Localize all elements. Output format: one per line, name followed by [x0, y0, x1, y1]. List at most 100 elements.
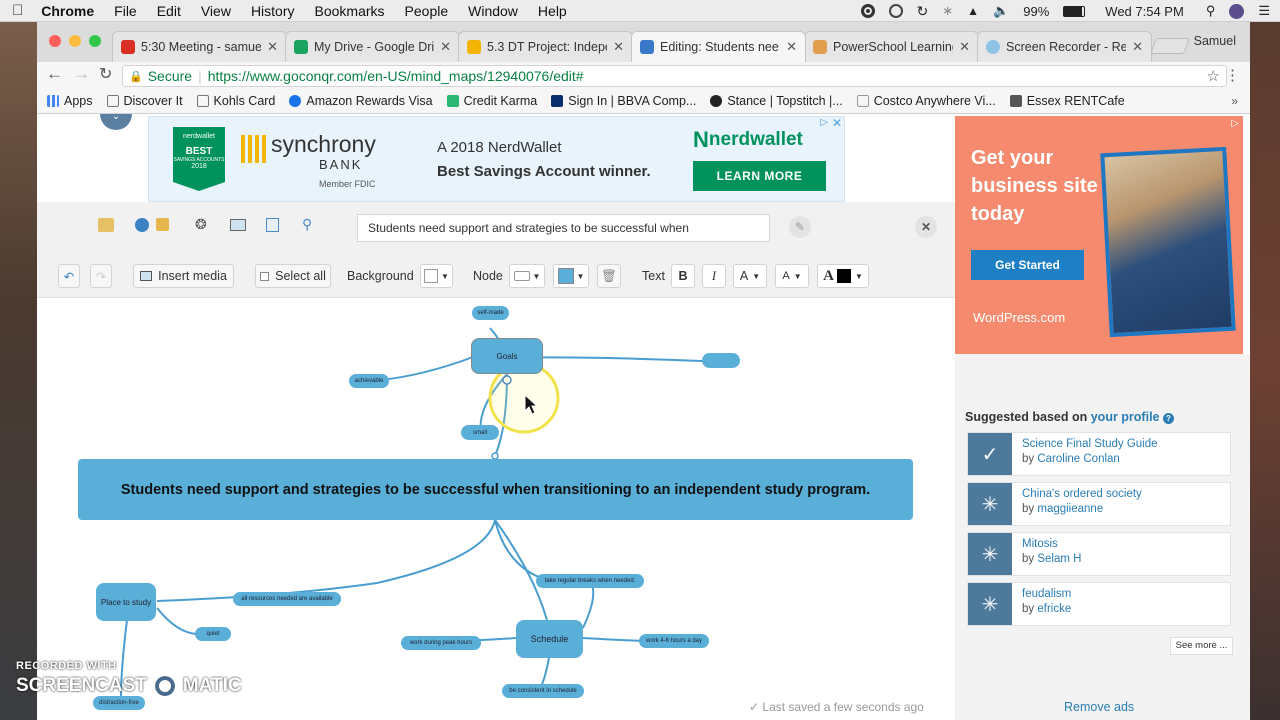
suggestion-author[interactable]: Selam H	[1037, 553, 1081, 565]
node-peak-hours[interactable]: work during peak hours	[401, 636, 481, 650]
menu-bookmarks[interactable]: Bookmarks	[315, 3, 385, 19]
volume-icon[interactable]: 🔈	[993, 3, 1009, 19]
node-goals[interactable]: Goals	[471, 338, 543, 374]
bluetooth-icon[interactable]: ∗	[942, 3, 953, 19]
unlock-icon[interactable]	[156, 218, 169, 231]
reload-icon[interactable]: ↻	[99, 64, 112, 84]
tab-powerschool[interactable]: PowerSchool Learning ✕	[804, 31, 979, 62]
duplicate-icon[interactable]	[266, 218, 279, 232]
bookmark-essex[interactable]: Essex RENTCafe	[1009, 94, 1125, 108]
bold-button[interactable]: B	[671, 264, 695, 288]
redo-button[interactable]: ↷	[90, 264, 112, 288]
profile-name[interactable]: Samuel	[1194, 34, 1236, 48]
tab-screen-recorder[interactable]: Screen Recorder - Re ✕	[977, 31, 1152, 62]
adchoices-icon[interactable]: ▷	[820, 117, 828, 128]
suggestion-item[interactable]: ✳ Mitosis by Selam H	[967, 532, 1231, 576]
text-color-button[interactable]: A ▼	[817, 264, 869, 288]
node-consistent[interactable]: be consistent in schedule	[502, 684, 584, 698]
tab-google-drive[interactable]: My Drive - Google Dri ✕	[285, 31, 460, 62]
select-all-button[interactable]: Select all	[255, 264, 331, 288]
close-window-button[interactable]	[49, 35, 61, 47]
insert-media-button[interactable]: Insert media	[133, 264, 234, 288]
close-tab-icon[interactable]: ✕	[1132, 39, 1143, 55]
node-blank[interactable]	[702, 353, 740, 368]
suggestion-title[interactable]: China's ordered society	[1022, 487, 1142, 502]
tag-icon[interactable]: ❂	[195, 216, 207, 233]
spotlight-icon[interactable]: ⚲	[1206, 3, 1216, 19]
globe-icon[interactable]	[135, 218, 149, 232]
get-started-button[interactable]: Get Started	[971, 250, 1084, 280]
menu-history[interactable]: History	[251, 3, 295, 19]
node-place-to-study[interactable]: Place to study	[96, 583, 156, 621]
node-schedule[interactable]: Schedule	[516, 620, 583, 658]
skype-icon[interactable]	[888, 4, 903, 18]
menu-app-name[interactable]: Chrome	[41, 3, 94, 19]
node-quiet[interactable]: quiet	[195, 627, 231, 641]
bookmark-costco[interactable]: Costco Anywhere Vi...	[856, 94, 996, 108]
more-bookmarks-icon[interactable]: »	[1231, 94, 1238, 108]
undo-button[interactable]: ↶	[58, 264, 80, 288]
node-border-picker[interactable]: ▼	[509, 264, 545, 288]
notification-center-icon[interactable]: ☰	[1258, 3, 1270, 19]
minimize-window-button[interactable]	[69, 35, 81, 47]
profile-link[interactable]: your profile	[1091, 410, 1160, 424]
suggestion-title[interactable]: feudalism	[1022, 587, 1071, 602]
menu-window[interactable]: Window	[468, 3, 518, 19]
back-icon[interactable]: ←	[46, 64, 63, 84]
node-central-topic[interactable]: Students need support and strategies to …	[78, 459, 913, 520]
node-work-hours[interactable]: work 4-6 hours a day	[639, 634, 709, 648]
node-color-picker[interactable]: ▼	[553, 264, 589, 288]
bookmark-amazon-visa[interactable]: Amazon Rewards Visa	[289, 94, 433, 108]
bookmark-star-icon[interactable]: ☆	[1207, 67, 1220, 85]
bookmark-apps[interactable]: Apps	[47, 94, 93, 108]
title-input[interactable]	[357, 214, 770, 242]
close-tab-icon[interactable]: ✕	[440, 39, 451, 55]
italic-button[interactable]: I	[702, 264, 726, 288]
apple-icon[interactable]: 	[12, 2, 23, 19]
menu-edit[interactable]: Edit	[157, 3, 181, 19]
node-take-breaks[interactable]: take regular breaks when needed.	[536, 574, 644, 588]
new-tab-button[interactable]	[1150, 38, 1190, 54]
user-avatar-icon[interactable]	[1229, 3, 1245, 19]
delete-node-button[interactable]: 🗑	[597, 264, 621, 288]
record-icon[interactable]	[860, 4, 875, 18]
forward-icon[interactable]: →	[73, 64, 90, 84]
suggestion-author[interactable]: Caroline Conlan	[1037, 453, 1119, 465]
node-resources[interactable]: all resources needed are available	[233, 592, 341, 606]
help-icon[interactable]: ?	[1162, 413, 1174, 424]
bookmark-credit-karma[interactable]: Credit Karma	[446, 94, 537, 108]
chrome-menu-icon[interactable]: ⋮	[1225, 66, 1240, 84]
tab-goconqr-editing[interactable]: Editing: Students nee ✕	[631, 31, 806, 62]
mindmap-canvas[interactable]: self-made Goals achievable small Student…	[37, 298, 955, 720]
text-case-button[interactable]: A ▼	[775, 264, 809, 288]
suggestion-item[interactable]: ✓ Science Final Study Guide by Caroline C…	[967, 432, 1231, 476]
bookmark-bbva[interactable]: Sign In | BBVA Comp...	[551, 94, 696, 108]
folder-icon[interactable]	[98, 218, 114, 232]
close-tab-icon[interactable]: ✕	[786, 39, 797, 55]
close-editor-icon[interactable]: ✕	[915, 216, 937, 238]
adchoices-icon[interactable]: ▷	[1231, 118, 1239, 129]
side-ad[interactable]: Get your business site today Get Started…	[955, 116, 1243, 354]
menu-view[interactable]: View	[201, 3, 231, 19]
bookmark-stance[interactable]: Stance | Topstitch |...	[710, 94, 843, 108]
wifi-icon[interactable]: ▲	[967, 4, 979, 18]
tab-gmail[interactable]: 5:30 Meeting - samue ✕	[112, 31, 287, 62]
close-tab-icon[interactable]: ✕	[267, 39, 278, 55]
address-bar[interactable]: 🔒 Secure | https://www.goconqr.com/en-US…	[122, 65, 1227, 87]
suggestion-item[interactable]: ✳ China's ordered society by maggiieanne	[967, 482, 1231, 526]
close-ad-icon[interactable]: ✕	[832, 116, 842, 130]
menu-file[interactable]: File	[114, 3, 137, 19]
suggestion-author[interactable]: efricke	[1037, 603, 1071, 615]
time-machine-icon[interactable]: ↻	[917, 3, 929, 20]
collapse-header-button[interactable]: ⌄	[100, 114, 132, 130]
node-small[interactable]: small	[461, 425, 499, 440]
suggestion-author[interactable]: maggiieanne	[1037, 503, 1103, 515]
close-tab-icon[interactable]: ✕	[959, 39, 970, 55]
menu-people[interactable]: People	[405, 3, 449, 19]
battery-percent[interactable]: 99%	[1023, 4, 1049, 19]
banner-ad[interactable]: nerdwallet BEST SAVINGS ACCOUNTS 2018 sy…	[148, 116, 845, 202]
search-icon[interactable]: ⚲	[302, 216, 312, 233]
pin-icon[interactable]: ✎	[789, 216, 811, 238]
zoom-window-button[interactable]	[89, 35, 101, 47]
bookmark-kohls[interactable]: Kohls Card	[196, 94, 275, 108]
